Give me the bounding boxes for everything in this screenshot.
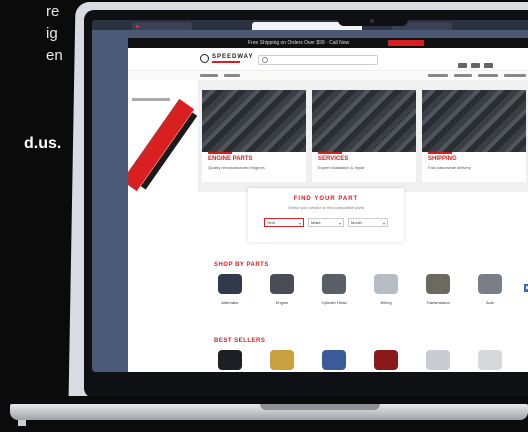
product-card[interactable]: Alternator	[208, 272, 252, 316]
product-image	[478, 350, 502, 370]
year-select-value: Year	[267, 220, 276, 225]
hero-card-desc: Quality remanufactured engines	[208, 165, 265, 170]
product-card[interactable]: Pulley	[468, 348, 512, 372]
laptop-notch	[338, 10, 408, 26]
card-accent-bar	[428, 152, 452, 154]
hero-card-image	[202, 90, 306, 152]
product-image	[322, 274, 346, 294]
chevron-down-icon: ▾	[338, 221, 341, 226]
product-image	[374, 274, 398, 294]
nav-item[interactable]	[200, 74, 218, 77]
site-header: SPEEDWAY	[128, 48, 528, 70]
camera-icon	[370, 19, 374, 23]
product-card[interactable]: Gasket Kit	[208, 348, 252, 372]
section-title-parts: SHOP BY PARTS	[214, 262, 269, 268]
announcement-text: Free Shipping on Orders Over $99 · Call …	[248, 40, 350, 46]
chevron-down-icon: ▾	[382, 221, 385, 226]
card-accent-bar	[318, 152, 342, 154]
chevron-down-icon: ▾	[298, 221, 301, 226]
hero-card-title: ENGINE PARTS	[208, 156, 253, 162]
logo-icon[interactable]	[200, 54, 209, 63]
model-select-value: Model	[351, 220, 362, 225]
hero-card-title: SERVICES	[318, 156, 349, 162]
product-image	[478, 274, 502, 294]
product-card[interactable]: Transmission	[416, 272, 460, 316]
product-card[interactable]: Fuel Injector	[260, 348, 304, 372]
hero-card-desc: Expert installation & repair	[318, 165, 365, 170]
product-image	[322, 350, 346, 370]
hero-card-title: SHIPPING	[428, 156, 457, 162]
hero-card-image	[312, 90, 416, 152]
wishlist-icon[interactable]	[471, 63, 480, 68]
make-select[interactable]: Make ▾	[308, 218, 344, 227]
hero-tagline	[132, 98, 170, 101]
hero-section: ENGINE PARTS Quality remanufactured engi…	[128, 80, 528, 192]
bg-line-3: en	[46, 47, 63, 64]
product-card[interactable]: Engine	[260, 272, 304, 316]
product-card[interactable]: Cylinder Head	[312, 272, 356, 316]
product-image	[426, 350, 450, 370]
year-select[interactable]: Year ▾	[264, 218, 304, 227]
site-logo[interactable]: SPEEDWAY	[212, 54, 253, 60]
card-accent-bar	[208, 152, 232, 154]
part-finder: FIND YOUR PART Select your vehicle to fi…	[248, 188, 404, 242]
tab-favicon-icon	[136, 25, 139, 28]
product-image	[270, 274, 294, 294]
product-card[interactable]: Wiring	[364, 272, 408, 316]
finder-subtitle: Select your vehicle to find compatible p…	[287, 205, 365, 210]
chat-widget-button[interactable]: ▶	[524, 284, 528, 292]
product-card[interactable]: Axle	[468, 272, 512, 316]
hero-card-2[interactable]: SERVICES Expert installation & repair	[312, 90, 416, 182]
product-image	[426, 274, 450, 294]
laptop-foot	[18, 420, 26, 426]
hero-card-3[interactable]: SHIPPING Fast nationwide delivery	[422, 90, 526, 182]
product-label: Axle	[486, 300, 494, 305]
make-select-value: Make	[311, 220, 321, 225]
product-image	[218, 350, 242, 370]
website-page: Free Shipping on Orders Over $99 · Call …	[128, 38, 528, 372]
product-label: Transmission	[426, 300, 450, 305]
header-actions	[458, 55, 528, 68]
laptop-groove	[260, 404, 380, 410]
search-icon	[262, 57, 268, 63]
bg-line-2: ig	[46, 25, 58, 42]
hero-card-desc: Fast nationwide delivery	[428, 165, 471, 170]
hero-red-stripe	[128, 98, 195, 192]
product-card[interactable]: Timing Belt	[364, 348, 408, 372]
announcement-bar: Free Shipping on Orders Over $99 · Call …	[128, 38, 528, 48]
account-icon[interactable]	[458, 63, 467, 68]
hero-card-image	[422, 90, 526, 152]
nav-item[interactable]	[428, 74, 448, 77]
bg-line-1: re	[46, 3, 60, 20]
laptop-screen: Free Shipping on Orders Over $99 · Call …	[92, 20, 528, 372]
product-label: Wiring	[380, 300, 392, 305]
product-image	[218, 274, 242, 294]
announcement-cta-button[interactable]	[388, 40, 424, 46]
product-label: Cylinder Head	[321, 300, 347, 305]
browser-tab-1[interactable]	[132, 22, 192, 30]
logo-underline	[212, 61, 240, 63]
model-select[interactable]: Model ▾	[348, 218, 388, 227]
search-input[interactable]	[258, 55, 378, 65]
product-image	[374, 350, 398, 370]
nav-item[interactable]	[478, 74, 498, 77]
hero-card-1[interactable]: ENGINE PARTS Quality remanufactured engi…	[202, 90, 306, 182]
product-card[interactable]: Starter Motor	[312, 348, 356, 372]
product-image	[270, 350, 294, 370]
product-label: Alternator	[221, 300, 239, 305]
finder-title: FIND YOUR PART	[293, 196, 359, 202]
hero-left-panel	[128, 80, 198, 192]
cart-icon[interactable]	[484, 63, 493, 68]
bg-domain-fragment: d.us.	[24, 135, 62, 152]
browser-tab-bar	[92, 20, 528, 30]
nav-item[interactable]	[224, 74, 240, 77]
product-card[interactable]: Water Pump	[416, 348, 460, 372]
product-label: Engine	[275, 300, 289, 305]
section-title-bestsellers: BEST SELLERS	[214, 338, 266, 344]
nav-item[interactable]	[504, 74, 526, 77]
nav-item[interactable]	[454, 74, 472, 77]
